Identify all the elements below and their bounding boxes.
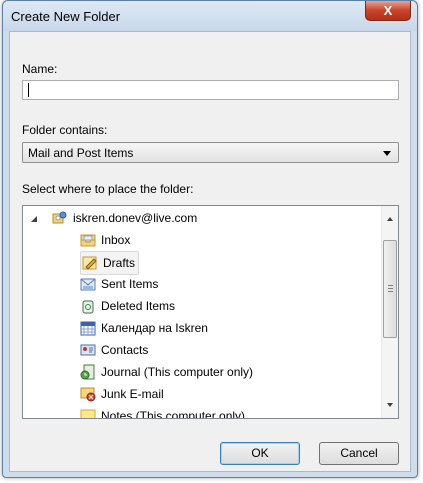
tree-item-label: Inbox	[101, 233, 131, 247]
tree-item-label: Календар на Iskren	[101, 321, 208, 335]
tree-item-label: Notes (This computer only)	[101, 409, 246, 418]
tree-item-sent-items[interactable]: Sent Items	[80, 273, 158, 295]
tree-item-journal[interactable]: Journal (This computer only)	[80, 361, 253, 383]
scroll-up-icon[interactable]	[387, 217, 393, 221]
tree-item-drafts[interactable]: Drafts	[80, 251, 140, 275]
dialog-title: Create New Folder	[11, 9, 121, 24]
dialog-body: Name: Folder contains: Mail and Post Ite…	[9, 31, 411, 472]
tree-scrollbar[interactable]	[381, 206, 398, 418]
tree-item-contacts[interactable]: Contacts	[80, 339, 148, 361]
name-label: Name:	[22, 62, 58, 76]
deleted-items-icon	[82, 300, 94, 314]
tree-item-inbox[interactable]: Inbox	[80, 229, 130, 251]
tree-item-junk-email[interactable]: Junk E-mail	[80, 383, 164, 405]
notes-icon	[80, 409, 96, 418]
name-input[interactable]	[22, 80, 399, 100]
tree-item-label: Junk E-mail	[101, 387, 164, 401]
inbox-icon	[80, 234, 96, 247]
tree-item-label: Drafts	[103, 256, 136, 270]
chevron-down-icon	[383, 151, 391, 156]
contacts-icon	[80, 344, 96, 356]
junk-email-icon	[80, 387, 96, 402]
tree-item-label: Sent Items	[101, 277, 159, 291]
tree-item-deleted-items[interactable]: Deleted Items	[80, 295, 175, 317]
create-new-folder-dialog: Create New Folder X Name: Folder contain…	[2, 0, 418, 478]
text-caret	[28, 83, 29, 97]
title-bar: Create New Folder X	[3, 1, 417, 31]
sent-items-icon	[80, 278, 96, 291]
scroll-down-icon[interactable]	[387, 403, 393, 407]
tree-item-label: Contacts	[101, 343, 149, 357]
tree-item-label: Journal (This computer only)	[101, 365, 254, 379]
close-button[interactable]: X	[365, 1, 411, 21]
account-icon	[52, 211, 67, 224]
folder-contains-label: Folder contains:	[22, 123, 108, 137]
journal-icon	[80, 364, 95, 380]
cancel-button[interactable]: Cancel	[319, 442, 399, 465]
scroll-thumb[interactable]	[383, 240, 397, 338]
expand-collapse-icon[interactable]	[31, 216, 37, 222]
folder-contains-value: Mail and Post Items	[28, 146, 134, 160]
tree-item-notes[interactable]: Notes (This computer only)	[80, 405, 245, 418]
folder-contains-select[interactable]: Mail and Post Items	[22, 142, 399, 163]
tree-root-label: iskren.donev@live.com	[73, 211, 198, 225]
tree-label: Select where to place the folder:	[22, 182, 194, 196]
tree-root-account[interactable]: iskren.donev@live.com	[23, 207, 381, 229]
calendar-icon	[80, 321, 96, 336]
folder-tree[interactable]: iskren.donev@live.com Inbox Drafts Sent …	[22, 205, 399, 419]
drafts-icon	[82, 256, 97, 270]
ok-button[interactable]: OK	[220, 442, 300, 465]
tree-item-label: Deleted Items	[101, 299, 176, 313]
tree-item-calendar[interactable]: Календар на Iskren	[80, 317, 208, 339]
